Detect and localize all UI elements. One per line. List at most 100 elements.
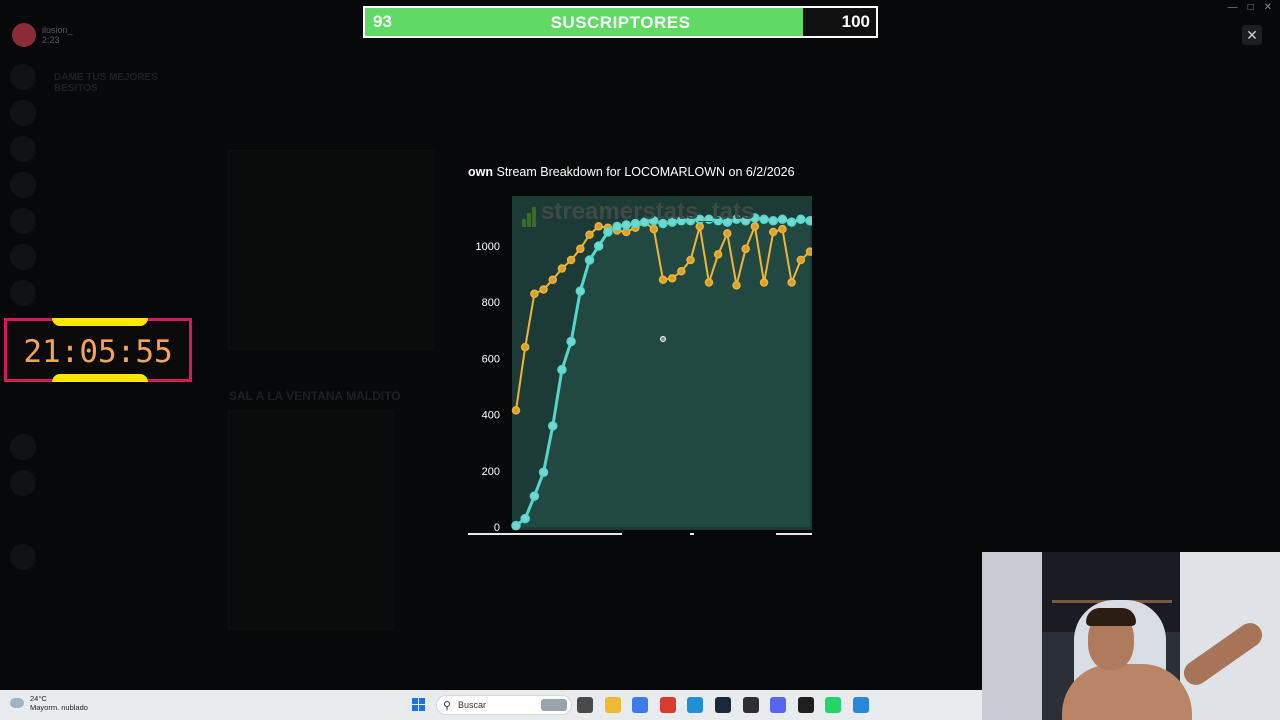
server-icon[interactable] [10, 172, 36, 198]
timer-cap [52, 374, 148, 382]
data-point [520, 342, 530, 352]
weather-widget[interactable]: 24°C Mayorm. nublado [10, 694, 88, 712]
weather-temp: 24°C [30, 694, 47, 703]
obs-icon[interactable] [743, 697, 759, 713]
taskbar: 24°C Mayorm. nublado ⚲ Buscar [0, 690, 982, 720]
data-point [585, 230, 594, 240]
data-point [759, 214, 769, 225]
copilot-icon[interactable] [632, 697, 648, 713]
user-status: 2:23 [42, 35, 60, 45]
avatar [12, 23, 36, 47]
data-point [778, 224, 787, 234]
data-point [667, 274, 677, 283]
user-name: ilusion_ [42, 25, 73, 35]
steam-icon[interactable] [715, 697, 731, 713]
data-point [576, 244, 585, 254]
data-point [759, 278, 769, 287]
webcam-streamer-hair [1086, 608, 1136, 626]
server-icon[interactable] [10, 434, 36, 460]
data-point [511, 520, 521, 531]
chart-title: own Stream Breakdown for LOCOMARLOWN on … [468, 162, 813, 182]
data-point [658, 275, 668, 284]
search-icon: ⚲ [443, 700, 452, 712]
subscriber-goal-count: 100 [841, 12, 870, 31]
screen: DAME TUS MEJORES BESITOS SAL A LA VENTAN… [0, 0, 1280, 720]
folder-icon[interactable] [605, 697, 621, 713]
cloud-icon [10, 698, 24, 708]
data-point [548, 421, 558, 431]
server-icon[interactable] [10, 208, 36, 234]
y-tick-label: 400 [482, 410, 500, 422]
watermark-text: streamerstats_tats [541, 198, 755, 225]
data-point [529, 491, 540, 501]
maximize-icon[interactable]: □ [1248, 2, 1254, 13]
window-controls: — □ ✕ [1228, 2, 1272, 13]
embedded-image-preview [228, 410, 394, 630]
whatsapp-icon[interactable] [825, 697, 841, 713]
weather-desc: Mayorm. nublado [30, 703, 88, 712]
channel-heading: DAME TUS MEJORES BESITOS [54, 72, 158, 94]
file-explorer-icon[interactable] [577, 697, 593, 713]
data-point [575, 286, 586, 296]
server-icon[interactable] [10, 244, 36, 270]
data-point [557, 264, 567, 273]
notion-icon[interactable] [798, 697, 814, 713]
subscriber-label: SUSCRIPTORES [550, 13, 691, 32]
user-profile[interactable]: ilusion_ 2:23 [12, 22, 73, 48]
minimize-icon[interactable]: — [1228, 2, 1238, 13]
server-icon[interactable] [10, 470, 36, 496]
server-icon[interactable] [10, 100, 36, 126]
chart-svg: 0 200 400 600 800 1000 [468, 196, 812, 535]
close-window-icon[interactable]: ✕ [1264, 2, 1272, 13]
embedded-chart-preview [228, 150, 434, 350]
office-icon[interactable] [660, 697, 676, 713]
windows-start-icon[interactable] [412, 698, 426, 712]
y-tick-label: 1000 [476, 241, 500, 253]
watermark: streamerstats_tats [522, 198, 754, 227]
data-point [557, 364, 567, 375]
data-point [538, 467, 549, 477]
data-point [805, 215, 812, 226]
server-icon[interactable] [10, 280, 36, 306]
webcam-wall [982, 552, 1042, 720]
data-point [741, 244, 750, 254]
y-tick-label: 200 [482, 466, 500, 478]
data-point [787, 278, 796, 287]
subscriber-goal-bar: 93 SUSCRIPTORES 100 [363, 6, 878, 38]
search-highlight-image [541, 699, 567, 711]
stream-timer: 21:05:55 [4, 318, 192, 382]
y-tick-label: 800 [482, 297, 500, 309]
taskbar-search[interactable]: ⚲ Buscar [436, 695, 572, 715]
data-point [593, 241, 604, 251]
server-icon[interactable] [10, 544, 36, 570]
data-point [530, 289, 539, 299]
data-point [777, 214, 788, 225]
y-tick-label: 0 [494, 522, 500, 534]
data-point [732, 281, 741, 290]
data-point [686, 255, 695, 265]
data-point [566, 336, 576, 347]
close-viewer-icon[interactable]: ✕ [1242, 25, 1262, 45]
data-point [584, 255, 595, 265]
data-point [796, 255, 806, 265]
notepad-icon[interactable] [853, 697, 869, 713]
data-point [539, 285, 548, 294]
data-point [511, 406, 521, 415]
server-icon[interactable] [10, 64, 36, 90]
data-point [704, 278, 714, 287]
data-point [677, 267, 686, 276]
data-point [768, 215, 778, 226]
chart-area: 0 200 400 600 800 1000 streamerstats_tats [468, 196, 812, 536]
streamerstats-logo-icon [522, 199, 537, 227]
data-point [566, 255, 576, 265]
data-point [603, 227, 613, 237]
discord-icon[interactable] [770, 697, 786, 713]
data-point [805, 247, 812, 256]
edge-icon[interactable] [687, 697, 703, 713]
data-point [786, 217, 797, 227]
server-icon[interactable] [10, 136, 36, 162]
webcam-feed [982, 552, 1280, 720]
data-point [713, 250, 723, 259]
data-point [796, 214, 806, 225]
chart-title-lead: own [468, 165, 493, 179]
